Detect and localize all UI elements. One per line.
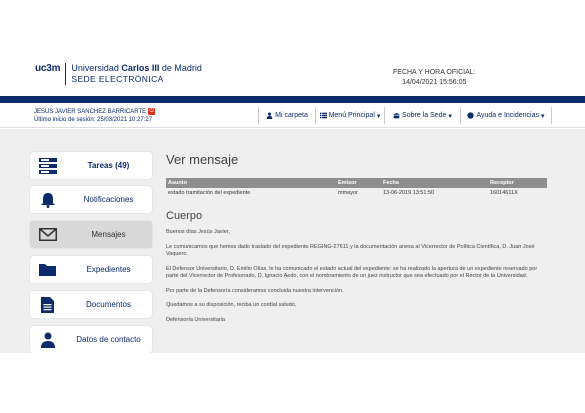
university-name: Universidad Carlos III de Madrid [71,63,202,73]
building-icon [393,112,401,119]
document-icon [41,296,54,313]
chevron-down-icon: ▾ [376,112,381,120]
cell-fecha: 13-06-2019 13:51:50 [383,190,435,196]
logo-mark: uc3m [35,63,61,74]
logo-separator [65,63,67,85]
page-title: Ver mensaje [166,152,239,167]
message-body: Buenos días Jesús Javier, Le comunicamos… [166,229,550,331]
official-datetime-label: FECHA Y HORA OFICIAL: [393,69,476,76]
body-paragraph: Quedamos a su disposición, reciba un cor… [166,302,297,308]
university-logo[interactable]: uc3m Universidad Carlos III de Madrid SE… [35,63,202,85]
user-bar: JESUS JAVIER SANCHEZ BARRICARTE ⏻ Último … [0,103,585,128]
message-table: Asunto Emisor Fecha Receptor estado tram… [166,178,547,198]
list-icon [319,112,327,119]
folder-icon [39,264,56,276]
table-row[interactable]: estado tramitación del expediente mmayor… [166,188,547,198]
official-datetime: FECHA Y HORA OFICIAL: 14/04/2021 15:56:0… [393,68,476,88]
cell-receptor: 16014611X [490,190,518,196]
official-datetime-value: 14/04/2021 15:56:05 [402,79,467,86]
header-divider-bar [0,96,585,103]
sidebar-item-expedientes[interactable]: Expedientes [30,256,152,283]
body-paragraph: Por parte de la Defensoría consideramos … [166,287,344,294]
body-paragraph: El Defensor Universitario, D. Emilio Olí… [166,265,538,280]
help-icon [467,112,475,119]
column-header-emisor: Emisor [336,178,381,188]
tasks-icon [38,157,57,174]
content-area: Tareas (49) Notificaciones Mensajes Expe… [0,129,585,353]
sidebar-item-tareas[interactable]: Tareas (49) [30,152,152,179]
table-header-row: Asunto Emisor Fecha Receptor [166,178,547,188]
cell-asunto: estado tramitación del expediente [168,190,251,196]
sede-label: SEDE ELECTRÓNICA [71,74,164,84]
site-header: uc3m Universidad Carlos III de Madrid SE… [0,0,585,96]
user-name: JESUS JAVIER SANCHEZ BARRICARTE [34,109,147,116]
user-icon [40,332,55,348]
envelope-icon [38,228,57,241]
logout-icon[interactable]: ⏻ [148,108,156,115]
body-paragraph: Buenos días Jesús Javier, [166,229,230,235]
column-header-receptor: Receptor [488,178,547,188]
chevron-down-icon: ▾ [541,112,545,120]
nav-mi-carpeta[interactable]: Mi carpeta [258,107,315,124]
body-title: Cuerpo [166,210,203,222]
sidebar-item-datos-contacto[interactable]: Datos de contacto [30,326,152,353]
sidebar-item-label: Notificaciones [83,195,134,204]
bell-icon [40,192,55,208]
column-header-asunto: Asunto [166,178,336,188]
sidebar-item-label: Datos de contacto [76,335,141,344]
sidebar-item-label: Tareas (49) [87,161,130,170]
sidebar-item-label: Mensajes [91,230,126,239]
chevron-down-icon: ▾ [448,112,452,120]
last-login: Último inicio de sesión: 25/03/2021 10:2… [34,117,153,123]
nav-menu-principal[interactable]: Menú Principal ▾ [315,107,384,124]
sidebar-item-label: Documentos [86,300,131,309]
sidebar-item-documentos[interactable]: Documentos [30,291,152,318]
body-paragraph: Defensoría Universitaria [166,316,225,323]
cell-emisor: mmayor [338,190,358,196]
column-header-fecha: Fecha [381,178,488,188]
nav-sobre-la-sede[interactable]: Sobre la Sede ▾ [384,107,460,124]
sidebar-item-notificaciones[interactable]: Notificaciones [30,186,152,213]
sidebar-item-label: Expedientes [86,265,131,274]
person-icon [266,112,273,119]
body-paragraph: Le comunicamos que hemos dado traslado d… [166,243,535,258]
sidebar-item-mensajes[interactable]: Mensajes [30,221,152,248]
nav-ayuda-incidencias[interactable]: Ayuda e Incidencias ▾ [460,107,552,124]
